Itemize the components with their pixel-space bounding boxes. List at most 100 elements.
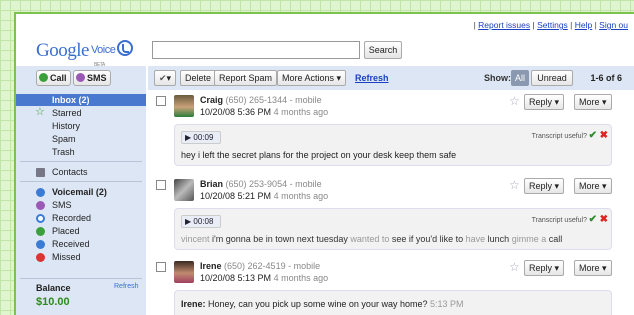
reply-button[interactable]: Reply ▾ [524,260,565,276]
sms-text: Irene: Honey, can you pick up some wine … [181,299,464,309]
more-button[interactable]: More ▾ [574,260,612,276]
transcript-word: i'm gonna be in town next tuesday [209,234,351,244]
call-button[interactable]: Call [36,70,71,86]
caller-type: - mobile [289,95,322,105]
message-row[interactable]: Brian (650) 253-9054 - mobile 10/20/08 5… [148,176,634,260]
message-ago: 4 months ago [273,107,329,117]
thumbs-up-check-icon[interactable]: ✔ [589,214,597,225]
more-button[interactable]: More ▾ [574,94,612,110]
recorded-icon [36,214,45,223]
sidebar-item-recorded[interactable]: Recorded [16,212,146,224]
sidebar-item-voicemail[interactable]: Voicemail (2) [16,186,146,198]
play-button[interactable]: ▶ 00:09 [181,131,221,144]
caller-name: Irene [200,261,222,271]
sidebar-item-contacts[interactable]: Contacts [16,166,146,178]
logo-voice-text: Voice [90,44,116,56]
message-date: 10/20/08 5:13 PM [200,273,272,283]
caller-phone: (650) 262-4519 [224,261,286,271]
sms-bubble: Irene: Honey, can you pick up some wine … [174,290,612,315]
sms-body: Honey, can you pick up some wine on your… [205,299,428,309]
transcript-text: vincent i'm gonna be in town next tuesda… [181,234,562,244]
thumbs-up-check-icon[interactable]: ✔ [589,130,597,141]
caller-name: Craig [200,95,224,105]
sidebar-item-history[interactable]: History [16,120,146,132]
logo-google-text: Google [36,40,89,61]
sms-label: SMS [87,73,107,83]
star-toggle-icon[interactable]: ☆ [509,94,520,108]
transcript-word: gimme a [511,234,549,244]
message-ago: 4 months ago [273,273,329,283]
transcript-word: vincent [181,234,210,244]
search-button[interactable]: Search [364,41,402,59]
thumbs-down-x-icon[interactable]: ✖ [600,214,608,225]
reply-button[interactable]: Reply ▾ [524,94,565,110]
sidebar: Inbox (2) ☆ Starred History Spam Trash Co… [16,90,146,315]
message-datetime: 10/20/08 5:13 PM 4 months ago [200,273,328,283]
message-date: 10/20/08 5:36 PM [200,107,272,117]
settings-link[interactable]: Settings [537,20,568,30]
message-checkbox[interactable] [156,180,166,190]
report-issues-link[interactable]: Report issues [478,20,530,30]
caller-phone: (650) 253-9054 [225,179,288,189]
sidebar-item-sms[interactable]: SMS [16,199,146,211]
sidebar-item-placed[interactable]: Placed [16,225,146,237]
message-count: 1-6 of 6 [590,73,622,83]
sms-button[interactable]: SMS [73,70,111,86]
message-row[interactable]: Craig (650) 265-1344 - mobile 10/20/08 5… [148,92,634,176]
transcript-word: lunch [487,234,512,244]
sidebar-label: Received [52,239,90,249]
sms-time: 5:13 PM [427,299,464,309]
reply-button[interactable]: Reply ▾ [524,178,565,194]
delete-button[interactable]: Delete [180,70,217,86]
refresh-link[interactable]: Refresh [355,73,389,83]
sidebar-item-inbox[interactable]: Inbox (2) [16,94,146,106]
show-unread-toggle[interactable]: Unread [531,70,573,86]
toolbar: ✔▾ Delete Report Spam More Actions ▾ Ref… [148,66,634,90]
message-row[interactable]: Irene (650) 262-4519 - mobile 10/20/08 5… [148,258,634,315]
star-toggle-icon[interactable]: ☆ [509,178,520,192]
help-link[interactable]: Help [575,20,592,30]
sidebar-divider [20,161,142,162]
more-actions-button[interactable]: More Actions ▾ [277,70,347,86]
transcript-word: have [465,234,488,244]
google-voice-logo[interactable]: Google Voice BETA [36,40,134,68]
message-checkbox[interactable] [156,262,166,272]
more-button[interactable]: More ▾ [574,178,612,194]
play-button[interactable]: ▶ 00:08 [181,215,221,228]
transcript-text: hey i left the secret plans for the proj… [181,150,457,160]
sidebar-label: Recorded [52,213,92,223]
caller-type: - mobile [288,261,321,271]
avatar [174,261,194,283]
sidebar-label: Missed [52,252,81,262]
select-dropdown[interactable]: ✔▾ [154,70,176,86]
sidebar-item-received[interactable]: Received [16,238,146,250]
transcript-word: wanted to [350,234,392,244]
report-spam-button[interactable]: Report Spam [214,70,278,86]
sidebar-item-starred[interactable]: ☆ Starred [16,106,146,119]
sms-sender: Irene: [181,299,206,309]
star-icon: ☆ [35,106,45,118]
balance-refresh-link[interactable]: Refresh [114,283,139,290]
show-all-toggle[interactable]: All [511,70,529,86]
transcript-word: see if you'd like to [391,234,466,244]
sidebar-label: Contacts [52,167,88,177]
show-label: Show: [484,73,511,83]
sidebar-item-trash[interactable]: Trash [16,146,146,158]
star-toggle-icon[interactable]: ☆ [509,260,520,274]
sidebar-label: Starred [52,108,82,118]
sidebar-item-spam[interactable]: Spam [16,133,146,145]
message-checkbox[interactable] [156,96,166,106]
search-input[interactable] [152,41,360,59]
sidebar-item-missed[interactable]: Missed [16,251,146,263]
sidebar-divider [20,181,142,182]
contacts-icon [36,168,45,177]
play-duration: 00:08 [193,217,214,226]
missed-icon [36,253,45,262]
voicemail-bubble: ▶ 00:09 Transcript useful? ✔ ✖ hey i lef… [174,124,612,166]
select-caret: ▾ [166,73,172,83]
call-icon [39,73,48,82]
caller-phone: (650) 265-1344 [225,95,288,105]
thumbs-down-x-icon[interactable]: ✖ [600,130,608,141]
sign-out-link[interactable]: Sign ou [599,20,628,30]
caller-info: Brian (650) 253-9054 - mobile [200,179,322,189]
